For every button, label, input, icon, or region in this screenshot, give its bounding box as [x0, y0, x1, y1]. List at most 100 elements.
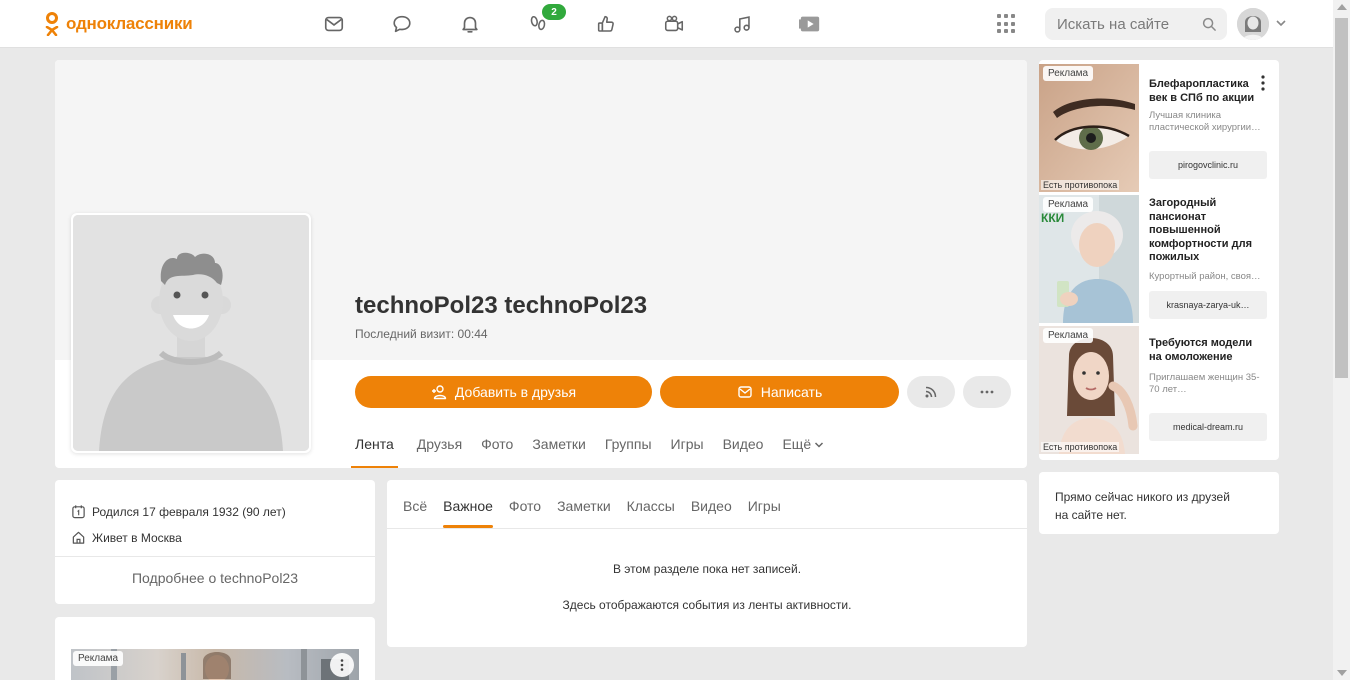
ad-image[interactable]: Есть противопока — [1039, 64, 1139, 192]
tab-notes[interactable]: Заметки — [532, 432, 586, 468]
ad-image-text: ККИ — [1041, 211, 1065, 225]
scrollbar-thumb[interactable] — [1335, 18, 1348, 378]
tab-friends[interactable]: Друзья — [417, 432, 462, 468]
ads-column: Есть противопока Реклама Блефаропластика… — [1039, 60, 1279, 460]
add-friend-button[interactable]: Добавить в друзья — [355, 376, 652, 408]
ad-model-photo-icon — [1039, 326, 1139, 454]
feed-tab-photo[interactable]: Фото — [509, 480, 541, 528]
search-input[interactable] — [1057, 15, 1197, 33]
feed-tab-games[interactable]: Игры — [748, 480, 781, 528]
feed-empty-message: В этом разделе пока нет записей. — [612, 562, 802, 576]
logo[interactable]: одноклассники — [44, 12, 193, 36]
ad-title[interactable]: Блефаропластика век в СПб по акции — [1149, 78, 1267, 105]
ad-label: Реклама — [73, 651, 124, 666]
ok-logo-icon — [44, 12, 60, 36]
ad-image[interactable]: ККИ — [1039, 195, 1139, 323]
tab-more[interactable]: Ещё — [782, 432, 824, 468]
envelope-icon — [738, 386, 752, 398]
ad-item[interactable]: ККИ Реклама Загородный пансионат повышен… — [1039, 195, 1279, 323]
ad-image[interactable]: Есть противопока — [1039, 326, 1139, 454]
send-message-button[interactable]: Написать — [660, 376, 899, 408]
nav-notifications[interactable] — [436, 0, 504, 48]
subscribe-button[interactable] — [907, 376, 955, 408]
ad-description: Приглашаем женщин 35-70 лет… — [1149, 372, 1260, 395]
feed-tab-video[interactable]: Видео — [691, 480, 732, 528]
tab-more-label: Ещё — [782, 436, 812, 452]
ad-link-button[interactable]: medical-dream.ru — [1149, 413, 1267, 441]
ad-banner-left[interactable]: Реклама — [55, 617, 375, 680]
tab-games[interactable]: Игры — [671, 432, 704, 468]
profile-tabs: Лента Друзья Фото Заметки Группы Игры Ви… — [351, 432, 843, 468]
feed-tab-all[interactable]: Всё — [403, 480, 427, 528]
ad-description: Лучшая клиника пластической хирургии… — [1149, 110, 1261, 133]
tab-video[interactable]: Видео — [723, 432, 764, 468]
nav-video[interactable] — [776, 0, 844, 48]
friends-online-text-2: на сайте нет. — [1055, 508, 1127, 522]
more-dots-icon — [980, 390, 994, 394]
ad-item[interactable]: Есть противопока Реклама Блефаропластика… — [1039, 64, 1279, 192]
feed-tab-likes[interactable]: Классы — [627, 480, 675, 528]
nav-messages[interactable] — [300, 0, 368, 48]
page-scrollbar[interactable] — [1333, 0, 1350, 680]
top-bar: одноклассники 2 — [0, 0, 1333, 48]
ad-menu-button[interactable] — [330, 653, 354, 677]
ad-label: Реклама — [1043, 197, 1094, 212]
guests-badge: 2 — [542, 4, 566, 20]
ad-description: Курортный район, своя… — [1149, 271, 1261, 282]
envelope-icon — [324, 16, 344, 32]
chat-bubble-icon — [393, 15, 411, 33]
add-user-icon — [431, 385, 447, 400]
scroll-up-arrow-icon[interactable] — [1337, 4, 1347, 10]
about-card: Родился 17 февраля 1932 (90 лет) Живет в… — [55, 480, 375, 604]
feed-tab-notes[interactable]: Заметки — [557, 480, 611, 528]
thumbs-up-icon — [597, 15, 614, 32]
search-box — [1045, 8, 1227, 40]
nav-guests[interactable]: 2 — [504, 0, 572, 48]
tab-photos[interactable]: Фото — [481, 432, 513, 468]
default-avatar-icon — [73, 215, 309, 451]
play-icon — [799, 16, 820, 32]
ad-item[interactable]: Есть противопока Реклама Требуются модел… — [1039, 326, 1279, 454]
nav-music[interactable] — [708, 0, 776, 48]
send-message-label: Написать — [760, 384, 823, 400]
nav-discussions[interactable] — [368, 0, 436, 48]
music-note-icon — [734, 16, 750, 33]
top-nav: 2 — [300, 0, 844, 48]
birth-text: Родился 17 февраля 1932 (90 лет) — [92, 504, 286, 519]
apps-grid-icon[interactable] — [997, 14, 1017, 34]
search-icon[interactable] — [1202, 17, 1217, 32]
rss-icon — [925, 386, 937, 398]
feed-tabs: Всё Важное Фото Заметки Классы Видео Игр… — [403, 480, 797, 528]
ad-link-button[interactable]: pirogovclinic.ru — [1149, 151, 1267, 179]
tab-feed[interactable]: Лента — [351, 432, 398, 468]
ad-label: Реклама — [1043, 66, 1094, 81]
nav-video-calls[interactable] — [640, 0, 708, 48]
ad-caption: Есть противопока — [1041, 442, 1120, 452]
feed-tab-important[interactable]: Важное — [443, 480, 493, 528]
profile-avatar[interactable] — [71, 213, 311, 453]
user-avatar[interactable] — [1237, 8, 1269, 40]
ad-label: Реклама — [1043, 328, 1094, 343]
ad-link-button[interactable]: krasnaya-zarya-uk… — [1149, 291, 1267, 319]
nav-events[interactable] — [572, 0, 640, 48]
feed-empty-hint: Здесь отображаются события из ленты акти… — [562, 598, 852, 612]
scroll-down-arrow-icon[interactable] — [1337, 670, 1347, 676]
vertical-dots-icon — [340, 659, 344, 671]
chevron-down-icon[interactable] — [1275, 17, 1287, 29]
vertical-dots-icon[interactable] — [1257, 74, 1269, 92]
about-more-link[interactable]: Подробнее о technoPol23 — [55, 557, 375, 604]
ad-title[interactable]: Загородный пансионат повышенной комфортн… — [1149, 197, 1267, 265]
profile-card: technoPol23 technoPol23 Последний визит:… — [55, 60, 1027, 468]
city-info: Живет в Москва — [71, 530, 182, 545]
profile-name: technoPol23 technoPol23 — [355, 292, 648, 319]
divider — [387, 528, 1027, 529]
friends-online-text-1: Прямо сейчас никого из друзей — [1055, 490, 1230, 504]
logo-text: одноклассники — [66, 14, 193, 33]
tab-groups[interactable]: Группы — [605, 432, 652, 468]
ad-caption: Есть противопока — [1041, 180, 1120, 190]
user-avatar-icon — [1237, 8, 1269, 40]
ad-title[interactable]: Требуются модели на омоложение — [1149, 337, 1267, 364]
more-actions-button[interactable] — [963, 376, 1011, 408]
calendar-icon — [72, 505, 85, 519]
home-icon — [72, 531, 85, 544]
